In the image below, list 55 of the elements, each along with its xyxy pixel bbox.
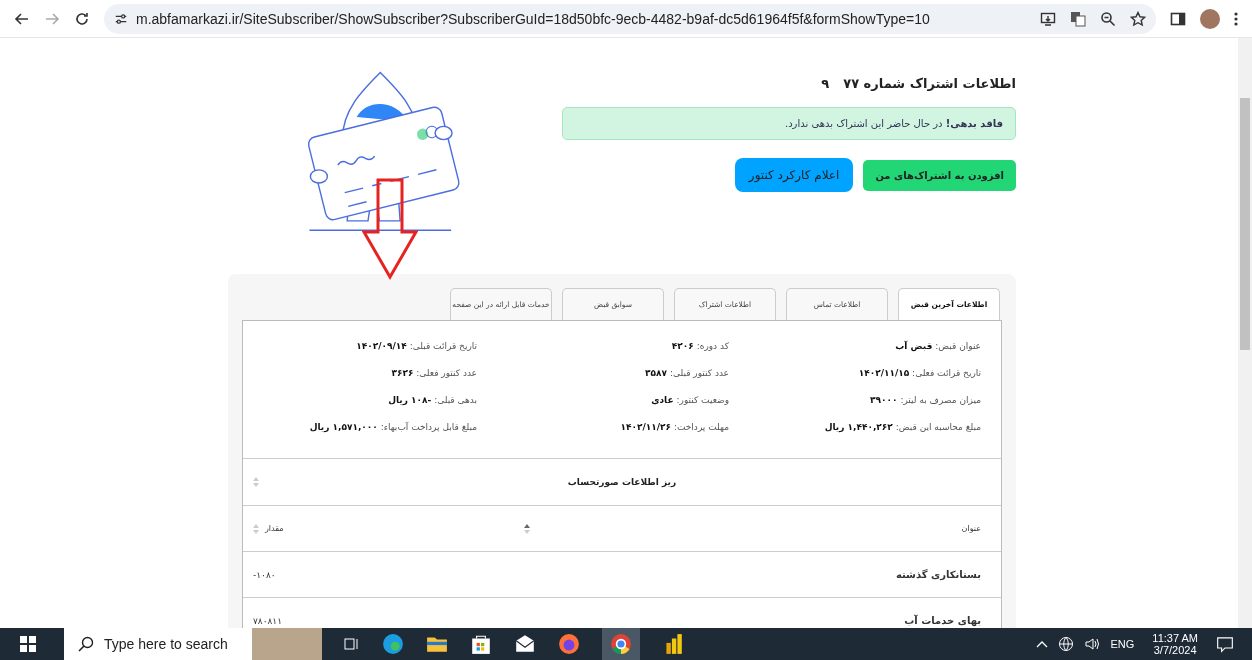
taskbar-search-field[interactable]: Type here to search: [64, 628, 322, 660]
search-icon: [78, 636, 94, 652]
profile-avatar[interactable]: [1200, 8, 1220, 29]
edge-browser-icon[interactable]: [382, 633, 404, 655]
subscription-number: ۹: [821, 76, 830, 91]
action-button[interactable]: اعلام کارکرد کنتور: [734, 158, 854, 192]
info-field: عنوان قبض: قبض آب: [729, 341, 981, 351]
task-view-icon[interactable]: [344, 636, 360, 652]
site-settings-icon[interactable]: [114, 11, 128, 26]
globe-icon[interactable]: [1058, 636, 1075, 652]
install-app-icon[interactable]: [1040, 10, 1056, 27]
language-indicator[interactable]: ENG: [1110, 638, 1135, 650]
caret-icon[interactable]: [1036, 640, 1049, 648]
figure-graphic-icon: [252, 628, 322, 660]
info-field: مبلغ محاسبه این قبض: ۱,۴۴۰,۲۶۲ ریال: [729, 422, 981, 432]
table-cell: -۱۰۸۰: [253, 569, 276, 580]
column-header[interactable]: عنوان: [961, 524, 981, 533]
info-field: عدد کنتور فعلی: ۳۶۲۶: [257, 368, 477, 378]
back-icon[interactable]: [14, 10, 30, 27]
info-field: کد دوره: ۴۲۰۶: [477, 341, 729, 351]
table-cell: بهای خدمات آب: [904, 615, 981, 626]
no-debt-alert: فاقد بدهی! در حال حاضر این اشتراک بدهی ندارد.: [562, 107, 1016, 140]
info-field: وضعیت کنتور: عادی: [477, 395, 729, 405]
info-field: میزان مصرف به لیتر: ۳۹۰۰۰: [729, 395, 981, 405]
zoom-icon[interactable]: [1100, 10, 1116, 27]
reload-icon[interactable]: [74, 10, 90, 27]
firefox-browser-icon[interactable]: [558, 633, 580, 655]
clock-time[interactable]: 11:37 AM: [1152, 632, 1198, 644]
sort-icon[interactable]: [523, 523, 530, 534]
translate-icon[interactable]: [1070, 10, 1086, 27]
mail-icon[interactable]: [514, 633, 536, 655]
action-button[interactable]: افزودن به اشتراک‌های من: [863, 159, 1016, 191]
table-cell: ۷۸۰۸۱۱: [253, 615, 282, 626]
chrome-browser-icon[interactable]: [610, 633, 632, 655]
store-bag-icon[interactable]: [470, 633, 492, 655]
url-text: m.abfamarkazi.ir/SiteSubscriber/ShowSubscriber?SubscriberGuId=18d50bfc-9ecb-4482-b9af-dc5d61964f5f&formShowType=10: [136, 10, 930, 27]
table-cell: بستانکاری گذشته: [895, 569, 981, 580]
info-field: مهلت پرداخت: ۱۴۰۲/۱۱/۲۶: [477, 422, 729, 432]
address-bar[interactable]: m.abfamarkazi.ir/SiteSubscriber/ShowSubscriber?SubscriberGuId=18d50bfc-9ecb-4482-b9af-dc5d61964f5f&formShowType=10: [104, 3, 1156, 34]
notification-icon[interactable]: [1216, 635, 1234, 653]
windows-start-icon[interactable]: [20, 636, 36, 652]
info-field: مبلغ قابل پرداخت آب‌بهاء: ۱,۵۷۱,۰۰۰ ریال: [257, 422, 477, 432]
side-panel-icon[interactable]: [1170, 10, 1186, 27]
info-field: تاریخ قرائت فعلی: ۱۴۰۲/۱۱/۱۵: [729, 368, 981, 378]
table-caption: ریز اطلاعات صورتحساب: [567, 477, 677, 487]
bookmark-star-icon[interactable]: [1130, 10, 1146, 27]
clock-date[interactable]: 3/7/2024: [1153, 644, 1197, 656]
scrollbar-thumb[interactable]: [1240, 98, 1250, 350]
speaker-icon[interactable]: [1084, 636, 1101, 652]
column-header[interactable]: مقدار: [265, 524, 284, 533]
info-field: عدد کنتور قبلی: ۳۵۸۷: [477, 368, 729, 378]
info-field: تاریخ قرائت قبلی: ۱۴۰۲/۰۹/۱۴: [257, 341, 477, 351]
info-field: بدهی قبلی: -۱۰۸ ریال: [257, 395, 477, 405]
menu-icon[interactable]: [1234, 10, 1238, 27]
subscription-title: اطلاعات اشتراک شماره ۷۷: [843, 76, 1016, 91]
